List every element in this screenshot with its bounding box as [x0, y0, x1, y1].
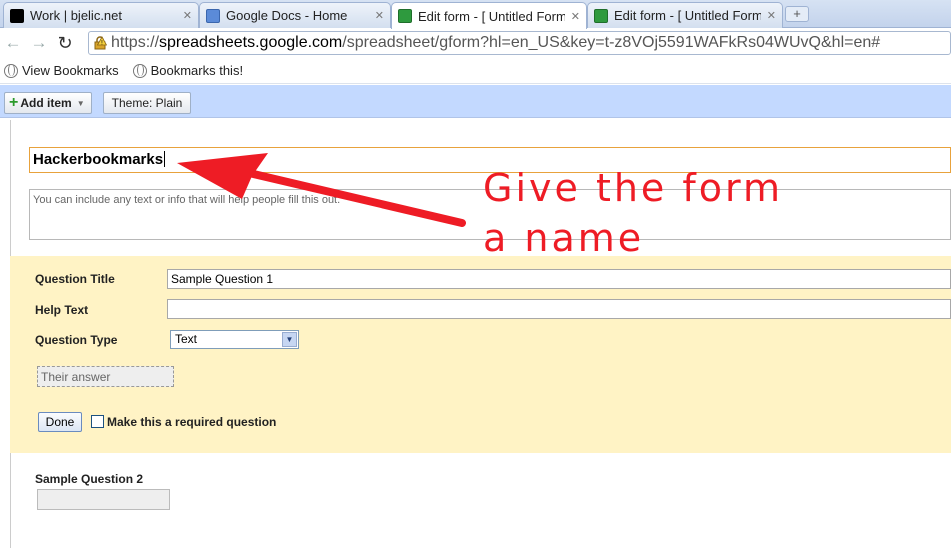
tab-google-docs[interactable]: Google Docs - Home ✕ [199, 2, 391, 28]
docs-icon [206, 8, 220, 23]
add-item-button[interactable]: + Add item ▼ [4, 92, 92, 114]
text-cursor [164, 151, 166, 167]
question-title-label: Question Title [35, 272, 115, 286]
theme-button[interactable]: Theme: Plain [103, 92, 191, 114]
url-scheme: https:// [111, 34, 160, 51]
tab-title: Edit form - [ Untitled Form [614, 8, 761, 23]
tab-edit-form-active[interactable]: Edit form - [ Untitled Form ✕ [391, 2, 587, 29]
lock-warning-icon: ! [94, 36, 107, 50]
answer-preview-field: Their answer [37, 366, 174, 387]
back-arrow-icon[interactable]: ← [0, 30, 26, 56]
globe-icon [4, 63, 18, 78]
close-icon[interactable]: ✕ [571, 10, 580, 23]
annotation-line-2: a name [483, 216, 645, 260]
browser-toolbar: ← → ↻ ! https://spreadsheets.google.com /… [0, 28, 951, 58]
question-type-label: Question Type [35, 333, 118, 347]
plus-icon: + [9, 94, 19, 111]
globe-icon [132, 63, 147, 78]
help-text-input[interactable] [167, 299, 951, 319]
add-item-label: Add item [20, 96, 72, 110]
url-host: spreadsheets.google.com [159, 34, 343, 51]
required-checkbox-label[interactable]: Make this a required question [107, 415, 276, 429]
bookmarks-bar: View Bookmarks Bookmarks this! [0, 58, 951, 84]
tab-title: Work | bjelic.net [30, 8, 123, 23]
question-type-value: Text [175, 332, 198, 346]
svg-text:!: ! [101, 39, 103, 46]
form-editor-toolbar: + Add item ▼ Theme: Plain [0, 85, 951, 118]
tab-title: Edit form - [ Untitled Form [418, 8, 565, 24]
form-title-value: Hackerbookmarks [33, 151, 164, 168]
question-type-select[interactable]: Text ▼ [170, 330, 299, 349]
required-checkbox[interactable] [91, 415, 104, 428]
bookmark-label: Bookmarks this! [150, 63, 244, 78]
forward-arrow-icon[interactable]: → [26, 30, 52, 56]
chevron-down-icon: ▼ [282, 332, 297, 347]
bookmark-view-bookmarks[interactable]: View Bookmarks [4, 63, 119, 78]
close-icon[interactable]: ✕ [767, 9, 776, 22]
question-title-input[interactable]: Sample Question 1 [167, 269, 951, 289]
close-icon[interactable]: ✕ [183, 9, 192, 22]
forms-icon [594, 8, 608, 23]
annotation-text: Give the form a name [483, 163, 843, 263]
forms-icon [398, 9, 412, 23]
reload-icon[interactable]: ↻ [52, 30, 78, 56]
bookmark-label: View Bookmarks [22, 63, 119, 78]
bookmark-bookmarks-this[interactable]: Bookmarks this! [132, 63, 244, 78]
help-text-label: Help Text [35, 303, 89, 317]
tab-title: Google Docs - Home [226, 8, 348, 23]
tab-edit-form[interactable]: Edit form - [ Untitled Form ✕ [587, 2, 783, 28]
annotation-line-1: Give the form [483, 166, 783, 210]
black-square-icon [10, 8, 24, 23]
address-bar[interactable]: ! https://spreadsheets.google.com/spread… [88, 31, 951, 55]
new-tab-button[interactable]: + [785, 6, 809, 22]
chevron-down-icon: ▼ [76, 98, 85, 108]
question-2-answer-preview[interactable] [37, 489, 170, 510]
tab-strip: Work | bjelic.net ✕ Google Docs - Home ✕… [0, 0, 951, 29]
url-path: /spreadsheet/gform?hl=en_US&key=t-z8VOj5… [342, 34, 881, 51]
done-button[interactable]: Done [38, 412, 82, 432]
close-icon[interactable]: ✕ [375, 9, 384, 22]
tab-work[interactable]: Work | bjelic.net ✕ [3, 2, 199, 28]
question-2-title[interactable]: Sample Question 2 [35, 472, 143, 486]
